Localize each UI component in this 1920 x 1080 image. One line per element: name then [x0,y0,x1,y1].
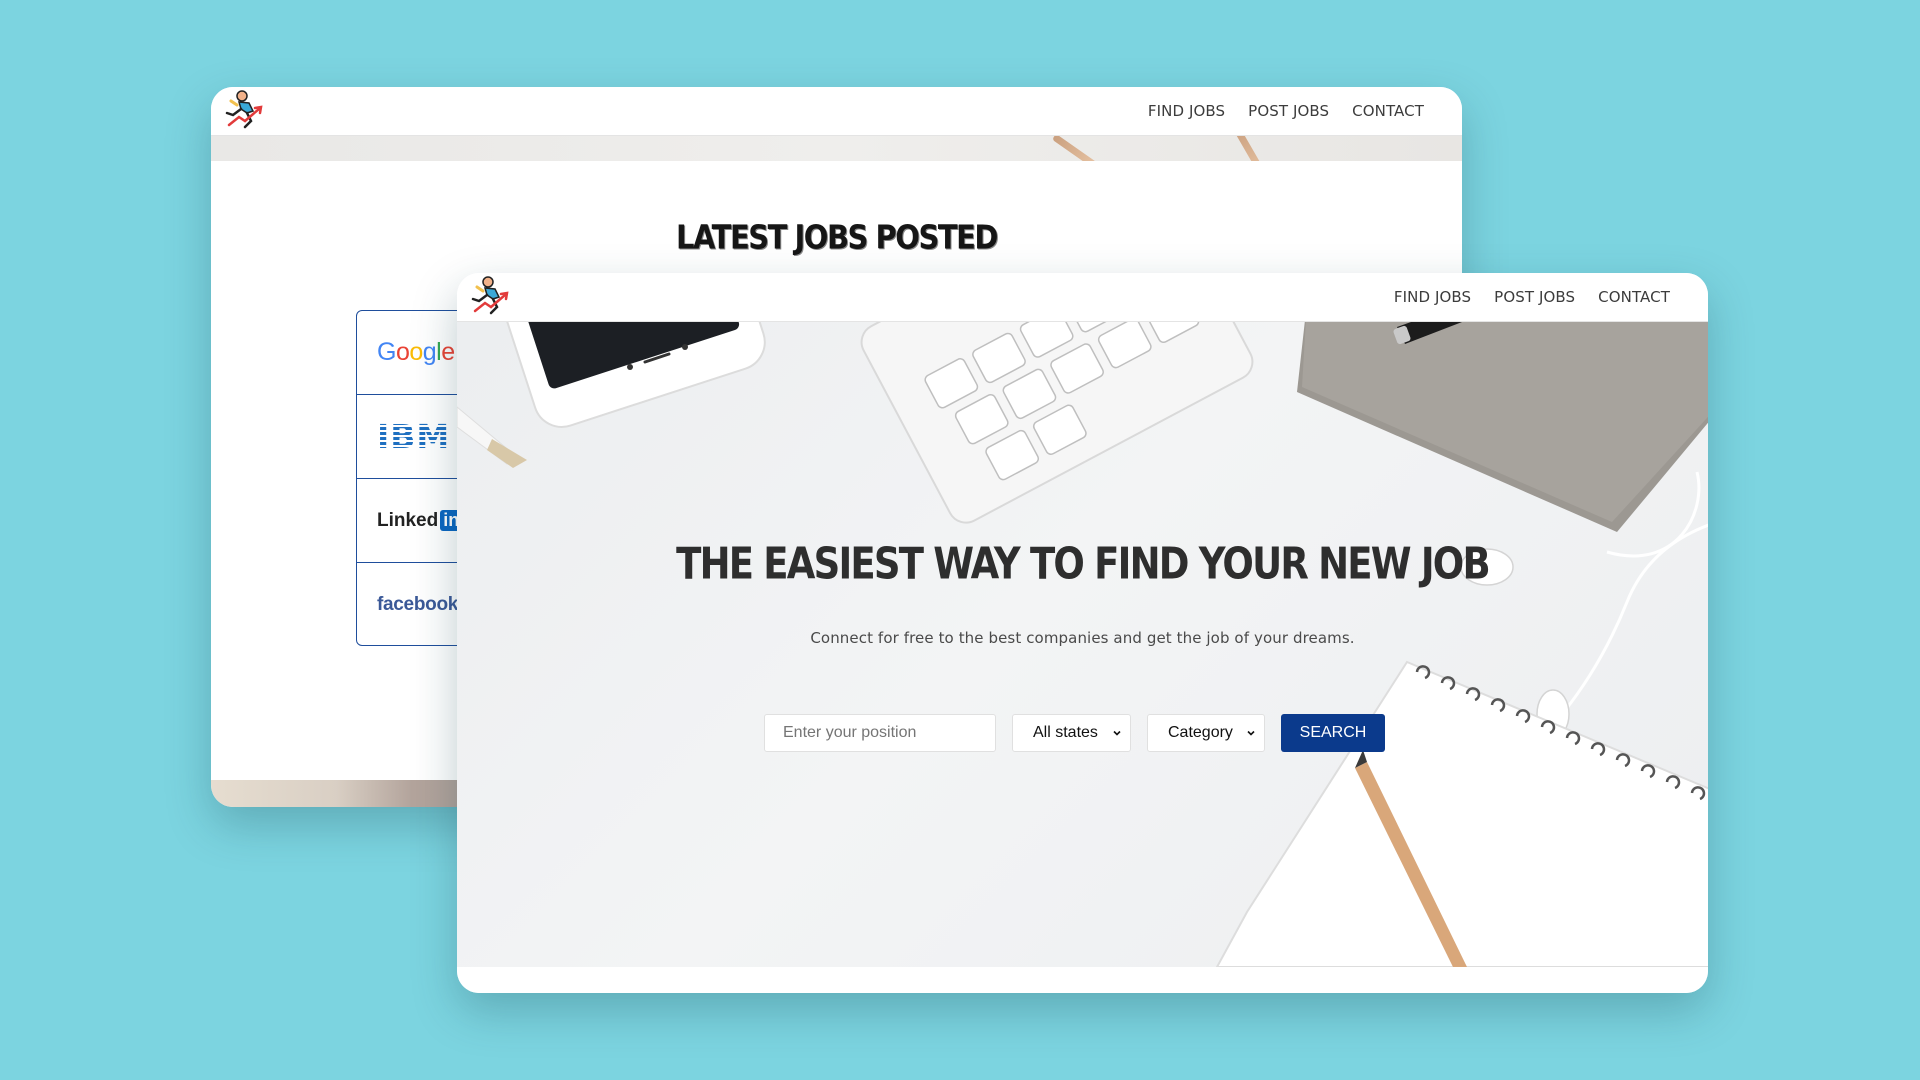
front-footer-strip [457,967,1708,993]
nav-find-jobs[interactable]: FIND JOBS [1394,288,1471,306]
category-select-value: Category [1168,724,1233,741]
nav-find-jobs[interactable]: FIND JOBS [1148,102,1225,120]
linkedin-logo: Linked in [377,510,463,532]
hero-subtitle: Connect for free to the best companies a… [810,629,1355,647]
nav-contact[interactable]: CONTACT [1598,288,1670,306]
front-browser-window: FIND JOBS POST JOBS CONTACT THE EASIEST … [457,273,1708,993]
hero-content: THE EASIEST WAY TO FIND YOUR NEW JOB Con… [457,322,1708,967]
pencil-decoration [1052,136,1097,161]
chevron-down-icon [1113,730,1121,736]
category-select[interactable]: Category [1147,714,1265,752]
back-nav-links: FIND JOBS POST JOBS CONTACT [1148,102,1424,120]
front-navbar: FIND JOBS POST JOBS CONTACT [457,273,1708,322]
ibm-logo: IBM [377,417,451,456]
back-navbar: FIND JOBS POST JOBS CONTACT [211,87,1462,136]
search-button[interactable]: SEARCH [1281,714,1385,752]
facebook-logo: facebook [377,594,459,615]
google-logo: Google [377,338,455,366]
states-select[interactable]: All states [1012,714,1131,752]
pencil-decoration [1233,136,1266,161]
nav-contact[interactable]: CONTACT [1352,102,1424,120]
nav-post-jobs[interactable]: POST JOBS [1494,288,1575,306]
hero-title: THE EASIEST WAY TO FIND YOUR NEW JOB [676,538,1491,589]
runner-logo-icon[interactable] [467,275,513,319]
front-nav-links: FIND JOBS POST JOBS CONTACT [1394,288,1670,306]
position-search-input[interactable] [764,714,996,752]
chevron-down-icon [1247,730,1255,736]
hero-section: THE EASIEST WAY TO FIND YOUR NEW JOB Con… [457,322,1708,967]
runner-logo-icon[interactable] [221,89,267,133]
states-select-value: All states [1033,724,1098,741]
back-header-image-strip [211,136,1462,161]
job-search-form: All states Category SEARCH [764,714,1385,752]
latest-jobs-title: LATEST JOBS POSTED [675,217,999,257]
nav-post-jobs[interactable]: POST JOBS [1248,102,1329,120]
